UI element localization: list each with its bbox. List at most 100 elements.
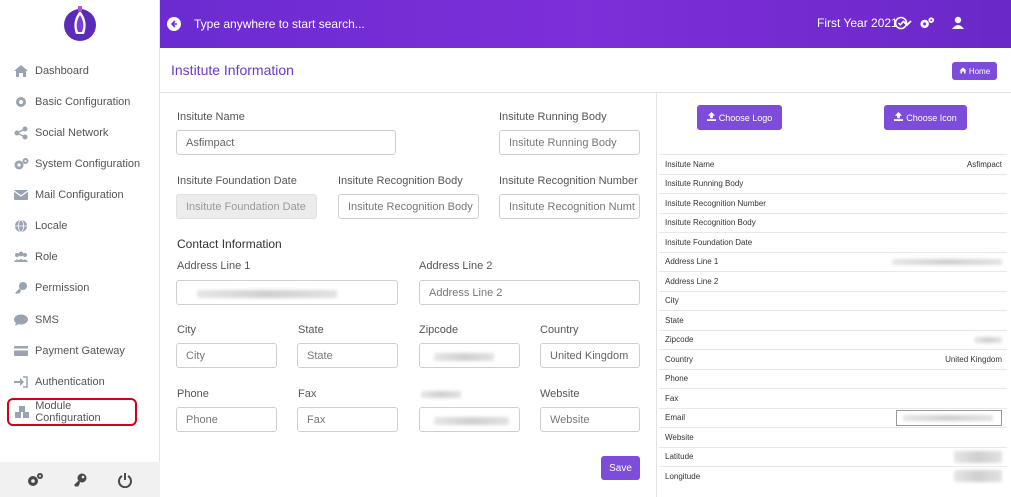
sidebar: Dashboard Basic Configuration Social Net… xyxy=(0,0,160,497)
home-button[interactable]: Home xyxy=(952,62,997,80)
website-label: Website xyxy=(540,388,580,400)
choose-logo-button[interactable]: Choose Logo xyxy=(697,105,782,130)
info-row: Latitude xyxy=(659,446,1007,467)
power-icon[interactable] xyxy=(115,470,135,490)
address-line-2-label: Address Line 2 xyxy=(419,260,493,272)
city-input[interactable]: City xyxy=(176,343,277,368)
info-label: Latitude xyxy=(665,452,694,462)
recognition-body-input[interactable]: Insitute Recognition Body xyxy=(338,194,479,219)
gear-icon xyxy=(12,95,30,109)
recognition-body-label: Insitute Recognition Body xyxy=(338,175,463,187)
email-input[interactable] xyxy=(419,407,520,432)
year-selector-label: First Year 2021 xyxy=(817,16,898,30)
info-label: Website xyxy=(665,432,694,442)
settings-gears-icon[interactable] xyxy=(919,15,935,31)
foundation-date-input[interactable]: Insitute Foundation Date xyxy=(176,194,317,219)
home-icon xyxy=(959,67,967,76)
panel-divider xyxy=(656,93,657,497)
phone-input[interactable]: Phone xyxy=(176,407,277,432)
zipcode-input[interactable] xyxy=(419,343,520,368)
sidebar-footer xyxy=(0,462,160,497)
sidebar-item-social-network[interactable]: Social Network xyxy=(8,119,154,147)
choose-icon-button[interactable]: Choose Icon xyxy=(884,105,967,130)
sidebar-item-payment-gateway[interactable]: Payment Gateway xyxy=(8,337,154,365)
save-button[interactable]: Save xyxy=(601,456,640,480)
sidebar-item-dashboard[interactable]: Dashboard xyxy=(8,57,154,85)
sidebar-item-label: Dashboard xyxy=(35,65,89,77)
upload-icon xyxy=(706,112,716,123)
recognition-number-input[interactable]: Insitute Recognition Numt xyxy=(499,194,640,219)
info-row: Address Line 2 xyxy=(659,271,1007,291)
sidebar-item-label: Basic Configuration xyxy=(35,96,131,108)
sidebar-item-system-configuration[interactable]: System Configuration xyxy=(8,150,154,178)
sidebar-item-label: Mail Configuration xyxy=(35,189,124,201)
info-row: Insitute Running Body xyxy=(659,173,1007,194)
sidebar-item-permission[interactable]: Permission xyxy=(8,274,154,302)
country-input[interactable]: United Kingdom xyxy=(540,343,640,368)
chat-bubble-icon xyxy=(12,313,30,327)
sidebar-item-module-configuration[interactable]: Module Configuration xyxy=(7,398,137,426)
sidebar-item-label: Locale xyxy=(35,220,68,232)
check-circle-icon[interactable] xyxy=(893,15,909,31)
choose-logo-label: Choose Logo xyxy=(718,112,773,123)
header-divider xyxy=(160,92,1011,93)
settings-gears-icon[interactable] xyxy=(25,470,45,490)
info-label: Insitute Foundation Date xyxy=(665,237,753,247)
app-logo[interactable] xyxy=(62,4,98,44)
running-body-label: Insitute Running Body xyxy=(499,111,607,123)
info-row: Website xyxy=(659,427,1007,447)
info-label: Insitute Recognition Body xyxy=(665,218,756,228)
contact-information-heading: Contact Information xyxy=(177,237,282,251)
info-row: City xyxy=(659,290,1007,311)
fax-input[interactable]: Fax xyxy=(297,407,398,432)
institute-name-label: Insitute Name xyxy=(177,111,245,123)
info-row: Insitute Name Asfimpact xyxy=(659,154,1007,174)
sidebar-item-role[interactable]: Role xyxy=(8,243,154,271)
sidebar-item-authentication[interactable]: Authentication xyxy=(8,368,154,396)
sidebar-item-locale[interactable]: Locale xyxy=(8,212,154,240)
sidebar-item-basic-configuration[interactable]: Basic Configuration xyxy=(8,88,154,116)
website-input[interactable]: Website xyxy=(540,407,640,432)
sidebar-item-label: SMS xyxy=(35,314,59,326)
address-line-2-input[interactable]: Address Line 2 xyxy=(419,280,640,305)
redacted-value xyxy=(434,417,509,425)
institute-name-input[interactable]: Asfimpact xyxy=(176,130,396,155)
users-icon xyxy=(12,250,30,264)
foundation-date-label: Insitute Foundation Date xyxy=(177,175,297,187)
sidebar-item-label: Social Network xyxy=(35,127,109,139)
info-label: Insitute Name xyxy=(665,159,715,169)
home-button-label: Home xyxy=(968,66,991,76)
gears-icon xyxy=(12,157,30,171)
page-title: Institute Information xyxy=(171,62,294,78)
sidebar-item-label: Module Configuration xyxy=(35,400,101,424)
info-label: Address Line 1 xyxy=(665,257,719,267)
user-icon[interactable] xyxy=(950,15,966,31)
sidebar-item-label: Role xyxy=(35,251,58,263)
info-row: Longitude xyxy=(659,466,1007,486)
redacted-label xyxy=(421,391,461,398)
address-line-1-label: Address Line 1 xyxy=(177,260,251,272)
share-icon xyxy=(12,126,30,140)
sidebar-item-mail-configuration[interactable]: Mail Configuration xyxy=(8,181,154,209)
key-icon[interactable] xyxy=(70,470,90,490)
info-row: State xyxy=(659,310,1007,330)
info-label: Longitude xyxy=(665,471,701,481)
info-row: Fax xyxy=(659,388,1007,408)
credit-card-icon xyxy=(12,344,30,358)
address-line-1-input[interactable] xyxy=(176,280,398,305)
info-value: Asfimpact xyxy=(966,159,1002,169)
redacted-email-box xyxy=(896,409,1002,426)
back-arrow-icon[interactable] xyxy=(167,17,181,31)
info-row: Insitute Recognition Number xyxy=(659,193,1007,213)
info-label: Fax xyxy=(665,393,679,403)
state-input[interactable]: State xyxy=(297,343,398,368)
sidebar-item-label: Authentication xyxy=(35,376,105,388)
search-input[interactable]: Type anywhere to start search... xyxy=(194,17,365,31)
key-icon xyxy=(12,281,30,295)
info-label: City xyxy=(665,296,679,306)
redacted-value xyxy=(434,353,494,361)
sidebar-item-sms[interactable]: SMS xyxy=(8,306,154,334)
country-label: Country xyxy=(540,324,579,336)
info-label: Insitute Running Body xyxy=(665,179,744,189)
running-body-input[interactable]: Insitute Running Body xyxy=(499,130,640,155)
